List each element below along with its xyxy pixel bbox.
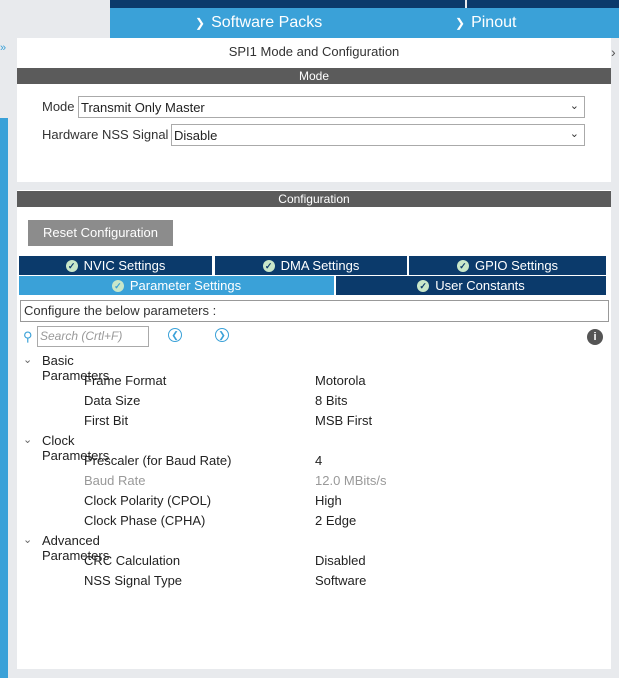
- mode-select[interactable]: Transmit Only Master ⌄: [78, 96, 585, 118]
- check-icon: ✓: [456, 259, 469, 272]
- search-placeholder: Search (Crtl+F): [40, 329, 123, 343]
- param-value: 8 Bits: [315, 393, 348, 408]
- tab-label: DMA Settings: [280, 258, 360, 273]
- param-name: Clock Phase (CPHA): [84, 513, 206, 528]
- check-icon: ✓: [65, 259, 78, 272]
- top-strip: [110, 0, 619, 8]
- panel-title: SPI1 Mode and Configuration: [228, 44, 400, 59]
- param-value: High: [315, 493, 342, 508]
- spi1-config-panel: SPI1 Mode and Configuration Mode Mode Tr…: [17, 38, 611, 669]
- param-name: Baud Rate: [84, 473, 146, 488]
- param-prescaler[interactable]: Prescaler (for Baud Rate) 4: [23, 451, 603, 471]
- chevron-down-icon: ⌄: [23, 534, 33, 546]
- software-packs-label: Software Packs: [211, 14, 323, 31]
- tab-label: NVIC Settings: [83, 258, 166, 273]
- chevron-down-icon: ❯: [455, 16, 466, 30]
- param-crc-calculation[interactable]: CRC Calculation Disabled: [23, 551, 603, 571]
- param-value: 2 Edge: [315, 513, 357, 528]
- param-value: 4: [315, 453, 323, 468]
- info-icon[interactable]: i: [587, 329, 603, 345]
- chevron-down-icon: ⌄: [569, 128, 579, 140]
- mode-label: Mode: [42, 99, 75, 114]
- search-next-icon[interactable]: ❯: [215, 328, 229, 342]
- chevron-down-icon: ❯: [195, 16, 206, 30]
- mode-section-header: Mode: [17, 68, 611, 84]
- param-cpha[interactable]: Clock Phase (CPHA) 2 Edge: [23, 511, 603, 531]
- param-value: Software: [315, 573, 367, 588]
- info-text-box: Configure the below parameters :: [20, 300, 609, 322]
- param-name: CRC Calculation: [84, 553, 181, 568]
- param-data-size[interactable]: Data Size 8 Bits: [23, 391, 603, 411]
- chevron-down-icon: ⌄: [23, 434, 33, 446]
- search-prev-icon[interactable]: ❮: [168, 328, 182, 342]
- tab-label: User Constants: [435, 278, 525, 293]
- search-row: ⚲ Search (Crtl+F) ❮ ❯ i: [23, 326, 603, 348]
- pinout-label: Pinout: [471, 14, 517, 31]
- search-input[interactable]: Search (Crtl+F): [37, 326, 149, 347]
- nss-value: Disable: [174, 128, 218, 143]
- nss-select[interactable]: Disable ⌄: [171, 124, 585, 146]
- pinout-menu[interactable]: ❯ Pinout: [455, 14, 516, 32]
- check-icon: ✓: [417, 279, 430, 292]
- tab-gpio-settings[interactable]: ✓ GPIO Settings: [409, 256, 606, 275]
- configuration-section-header: Configuration: [17, 191, 611, 207]
- tab-parameter-settings[interactable]: ✓ Parameter Settings: [19, 276, 334, 295]
- tab-dma-settings[interactable]: ✓ DMA Settings: [215, 256, 407, 275]
- check-icon: ✓: [262, 259, 275, 272]
- nss-label: Hardware NSS Signal: [42, 127, 169, 142]
- chevron-down-icon: ⌄: [569, 100, 579, 112]
- left-scrollbar[interactable]: [0, 118, 8, 678]
- top-bar: ❯ Software Packs ❯ Pinout: [0, 0, 619, 38]
- param-name: Data Size: [84, 393, 141, 408]
- nav-bar: ❯ Software Packs ❯ Pinout: [110, 8, 619, 38]
- param-value: Disabled: [315, 553, 366, 568]
- param-name: First Bit: [84, 413, 129, 428]
- param-name: Clock Polarity (CPOL): [84, 493, 212, 508]
- tab-label: Parameter Settings: [129, 278, 242, 293]
- param-first-bit[interactable]: First Bit MSB First: [23, 411, 603, 431]
- right-bar: ›: [611, 38, 619, 669]
- search-icon: ⚲: [23, 329, 33, 344]
- expand-arrow-icon[interactable]: »: [0, 42, 6, 54]
- param-baud-rate: Baud Rate 12.0 MBits/s: [23, 471, 603, 491]
- param-value: MSB First: [315, 413, 373, 428]
- param-name: Prescaler (for Baud Rate): [84, 453, 232, 468]
- tab-nvic-settings[interactable]: ✓ NVIC Settings: [19, 256, 212, 275]
- check-icon: ✓: [111, 279, 124, 292]
- section-divider: [17, 182, 611, 190]
- mode-value: Transmit Only Master: [81, 100, 205, 115]
- param-cpol[interactable]: Clock Polarity (CPOL) High: [23, 491, 603, 511]
- nss-row: Hardware NSS Signal Disable ⌄: [17, 124, 611, 146]
- param-nss-signal-type[interactable]: NSS Signal Type Software: [23, 571, 603, 591]
- param-name: Frame Format: [84, 373, 167, 388]
- tab-label: GPIO Settings: [474, 258, 559, 273]
- param-value: 12.0 MBits/s: [315, 473, 387, 488]
- param-value: Motorola: [315, 373, 366, 388]
- param-frame-format[interactable]: Frame Format Motorola: [23, 371, 603, 391]
- param-name: NSS Signal Type: [84, 573, 183, 588]
- left-panel: »: [0, 38, 15, 678]
- reset-configuration-button[interactable]: Reset Configuration: [28, 220, 173, 246]
- tab-user-constants[interactable]: ✓ User Constants: [336, 276, 606, 295]
- chevron-down-icon: ⌄: [23, 354, 33, 366]
- info-text: Configure the below parameters :: [24, 303, 217, 318]
- software-packs-menu[interactable]: ❯ Software Packs: [195, 14, 322, 32]
- mode-row: Mode Transmit Only Master ⌄: [17, 96, 611, 118]
- collapse-handle-icon[interactable]: ›: [611, 44, 619, 72]
